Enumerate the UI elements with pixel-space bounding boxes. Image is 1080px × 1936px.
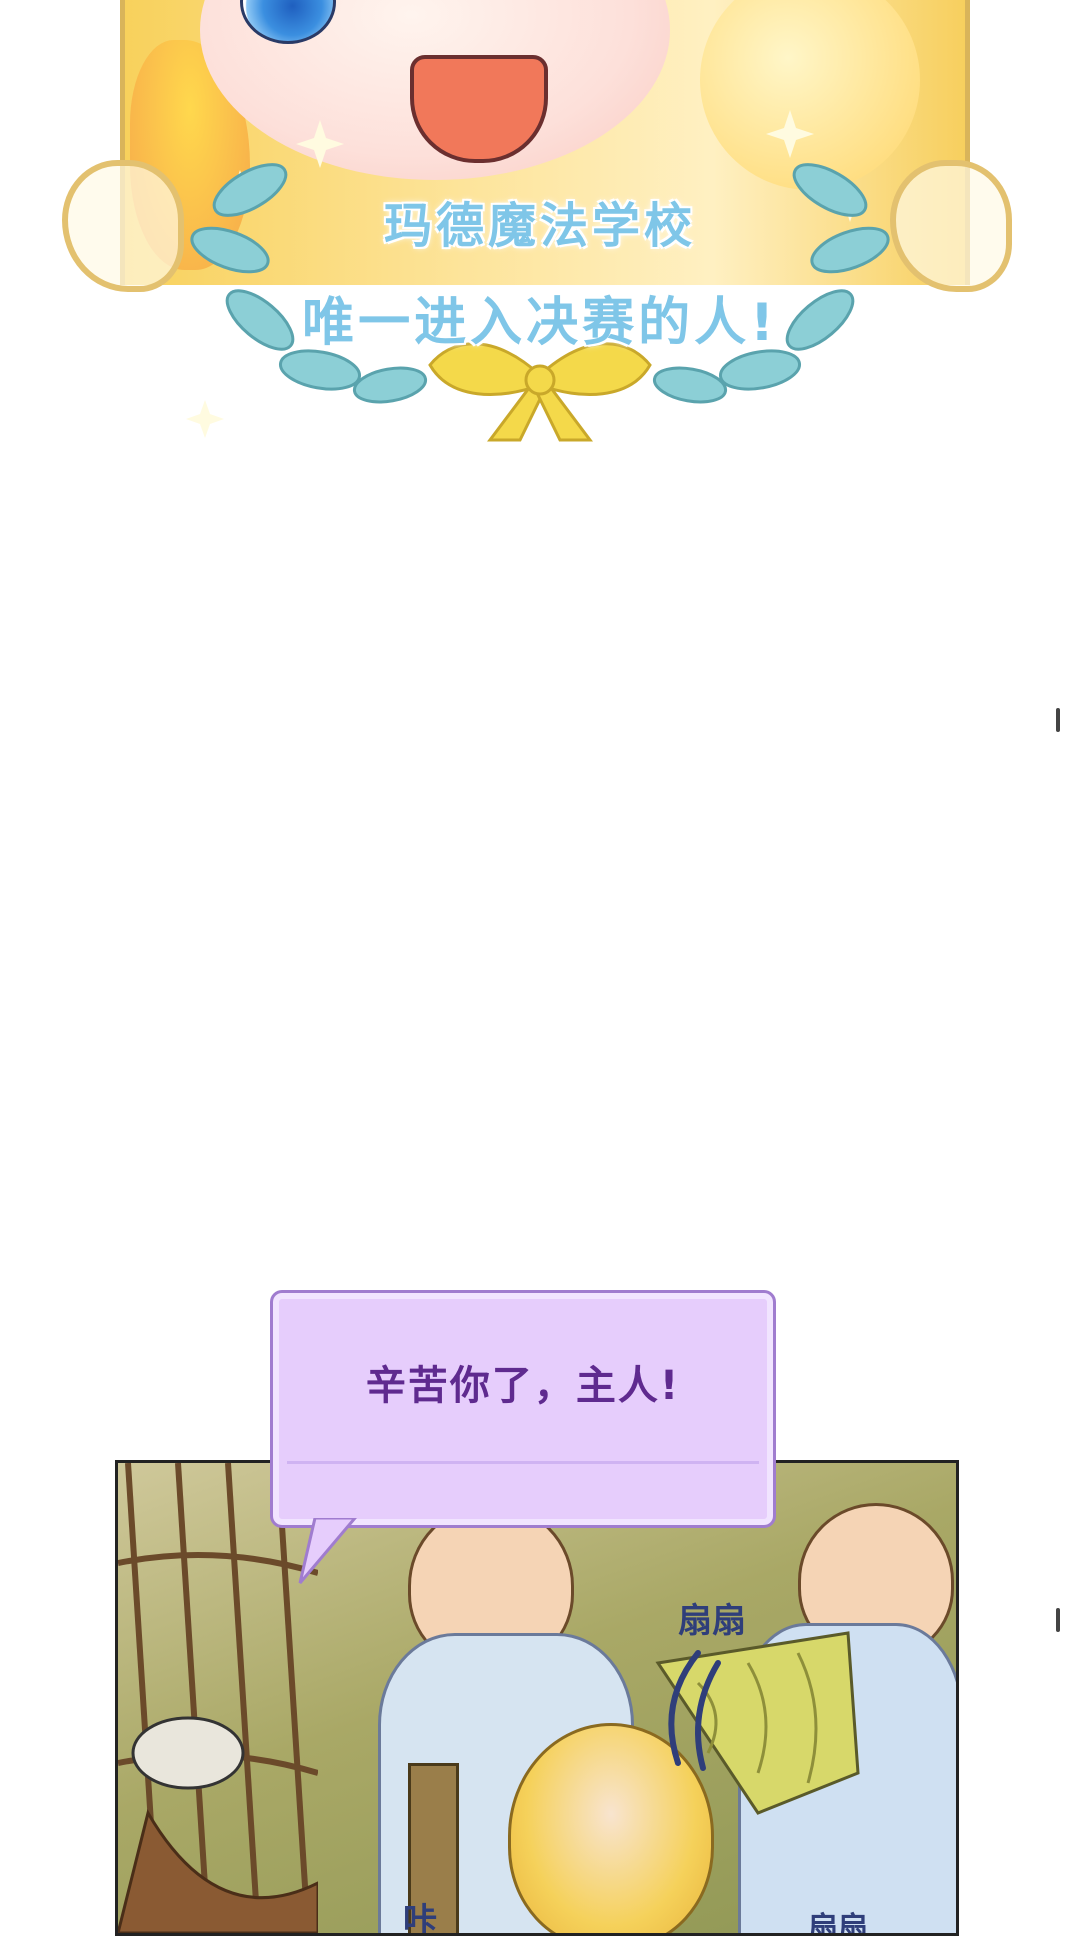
top-illustration-panel: 玛德魔法学校 唯一进入决赛的人!: [0, 0, 1080, 500]
sfx-sip-text: 咔: [403, 1901, 437, 1936]
bubble-divider: [287, 1461, 759, 1464]
scrollbar-mark[interactable]: [1056, 708, 1060, 732]
title-line-2: 唯一进入决赛的人!: [302, 293, 778, 353]
title-line-1: 玛德魔法学校: [383, 198, 696, 254]
comic-panel: 扇扇 咔 扇扇: [115, 1460, 959, 1936]
speech-text: 辛苦你了，主人!: [365, 1363, 681, 1409]
speech-bubble-tail: [298, 1518, 357, 1584]
speech-bubble: 辛苦你了，主人!: [270, 1290, 776, 1528]
scrollbar-mark[interactable]: [1056, 1608, 1060, 1632]
sfx-fan-text: 扇扇: [678, 1601, 746, 1641]
birdcage-illustration: [118, 1463, 318, 1933]
motion-lines: [668, 1650, 721, 1771]
